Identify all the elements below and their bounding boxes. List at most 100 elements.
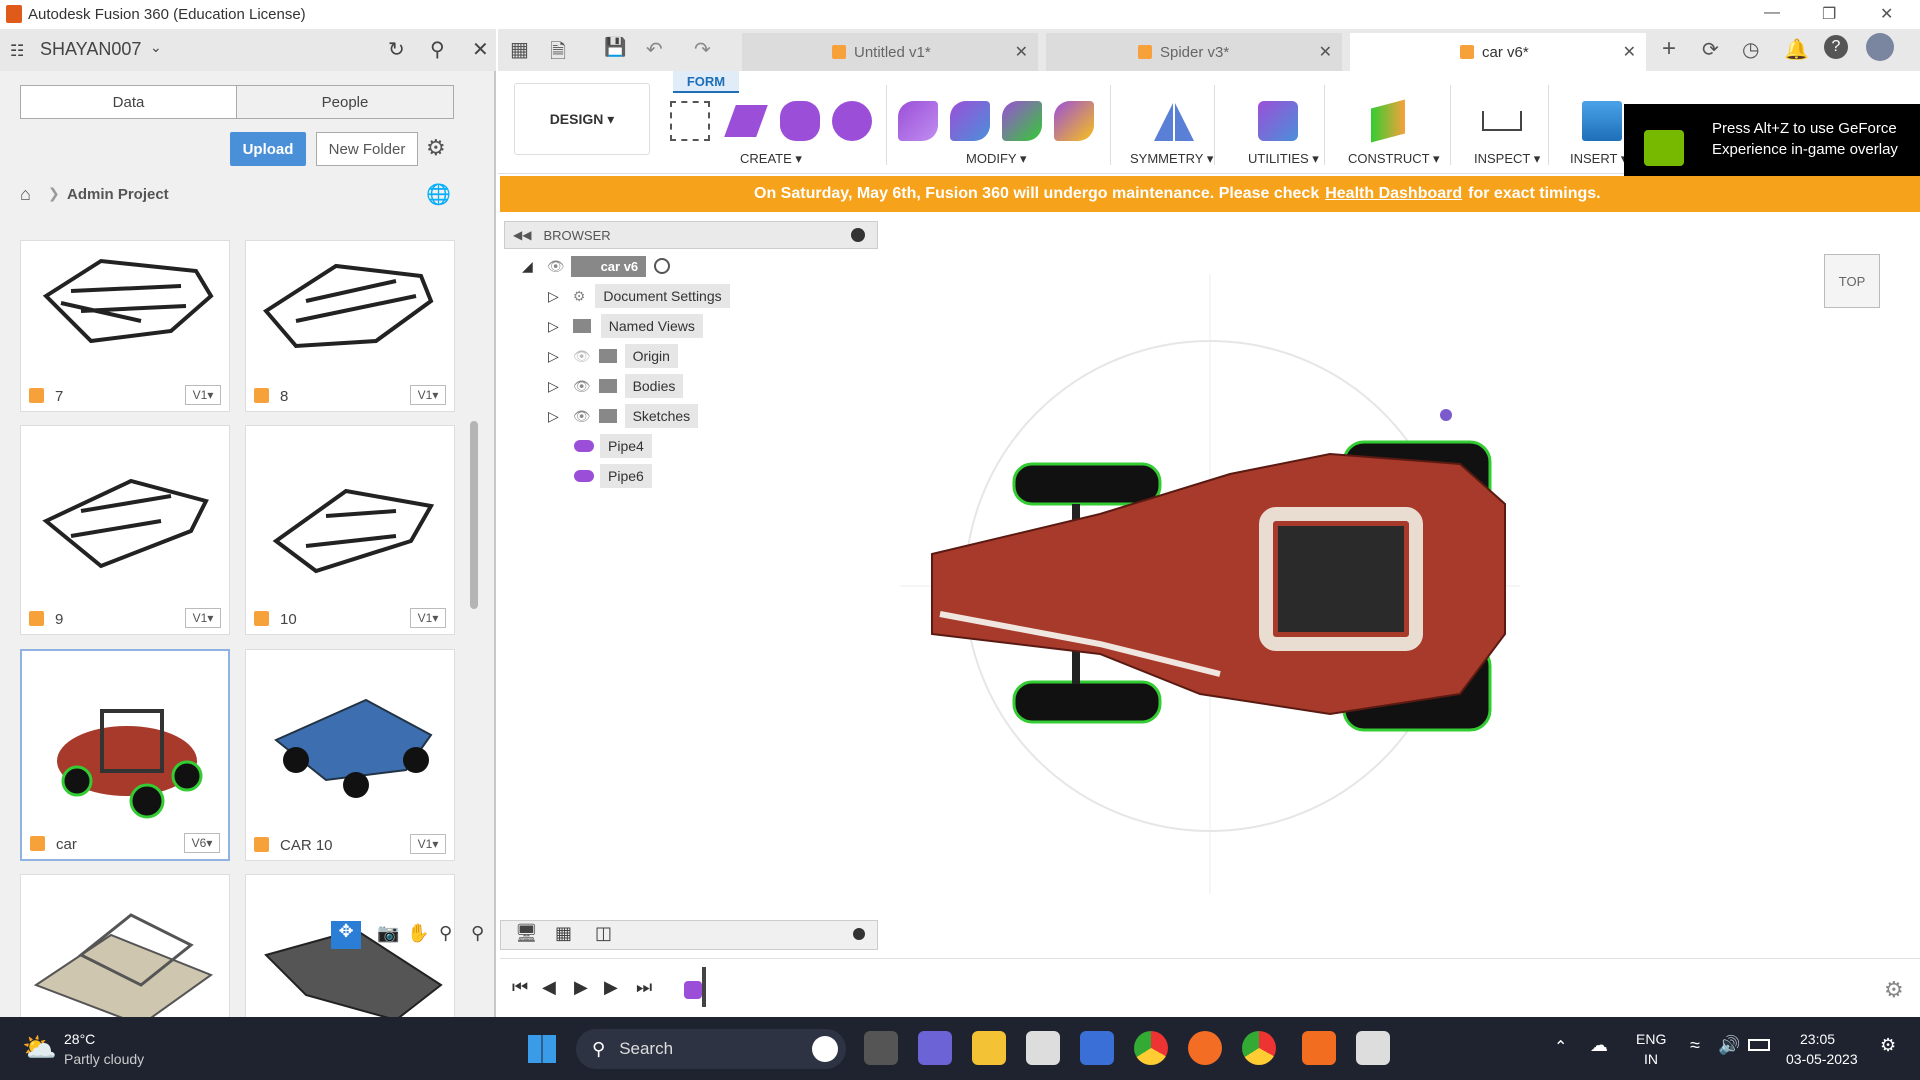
expand-icon[interactable]: ▷	[548, 318, 559, 335]
expand-icon[interactable]: ▷	[548, 408, 559, 425]
snipping-tool-icon[interactable]	[1356, 1031, 1390, 1065]
eye-icon[interactable]: 👁	[573, 378, 591, 395]
construct-plane-icon[interactable]	[1371, 99, 1405, 143]
tree-item[interactable]: ▷ 👁 Origin	[548, 343, 678, 369]
tab-car[interactable]: car v6* ✕	[1350, 33, 1646, 71]
new-folder-button[interactable]: New Folder	[316, 132, 418, 166]
crease-icon[interactable]	[1054, 101, 1094, 141]
3d-viewport[interactable]: ◀◀ BROWSER ◢ 👁 car v6 ▷ ⚙ Document Setti…	[500, 214, 1920, 958]
list-item[interactable]: car V6 ▾	[20, 649, 230, 861]
eye-icon[interactable]: 👁	[547, 258, 565, 275]
health-dashboard-link[interactable]: Health Dashboard	[1325, 185, 1462, 203]
search-icon[interactable]: ⚲	[430, 37, 445, 62]
insert-edge-icon[interactable]	[950, 101, 990, 141]
inspect-menu[interactable]: INSPECT ▾	[1474, 151, 1540, 167]
eye-hidden-icon[interactable]: 👁	[573, 348, 591, 365]
tab-untitled[interactable]: Untitled v1* ✕	[742, 33, 1038, 71]
mirror-symmetry-icon[interactable]	[1154, 101, 1194, 141]
tree-item[interactable]: Pipe6	[574, 463, 652, 489]
pan-icon[interactable]: ✋	[407, 923, 429, 944]
insert-menu[interactable]: INSERT ▾	[1570, 151, 1627, 167]
task-view-icon[interactable]	[864, 1031, 898, 1065]
file-icon[interactable]: 🗎	[550, 37, 566, 71]
tree-item[interactable]: ▷ ⚙ Document Settings	[548, 283, 730, 309]
close-tab-icon[interactable]: ✕	[1319, 42, 1332, 62]
chrome-icon[interactable]	[1134, 1031, 1168, 1065]
list-item[interactable]: CAR 10 V1 ▾	[245, 649, 455, 861]
version-dropdown[interactable]: V1 ▾	[410, 608, 446, 628]
language-bottom[interactable]: IN	[1644, 1051, 1658, 1067]
create-form-icon[interactable]	[670, 101, 710, 141]
expand-icon[interactable]	[853, 928, 865, 940]
version-dropdown[interactable]: V1 ▾	[410, 385, 446, 405]
orbit-icon[interactable]: ✥	[331, 921, 361, 949]
sphere-icon[interactable]	[832, 101, 872, 141]
app-icon[interactable]	[1080, 1031, 1114, 1065]
gear-icon[interactable]: ⚙	[426, 135, 446, 161]
list-item[interactable]: 9 V1 ▾	[20, 425, 230, 635]
list-item[interactable]: 7 V1 ▾	[20, 240, 230, 412]
restore-button[interactable]: ❐	[1822, 4, 1836, 24]
store-icon[interactable]	[1026, 1031, 1060, 1065]
redo-icon[interactable]: ↷	[694, 37, 711, 62]
apps-grid-icon[interactable]: ▦	[510, 37, 529, 62]
first-step-icon[interactable]: ⏮	[512, 977, 528, 998]
utilities-icon[interactable]	[1258, 101, 1298, 141]
list-item[interactable]	[245, 874, 455, 1039]
tree-item[interactable]: ▷ 👁 Bodies	[548, 373, 684, 399]
next-step-icon[interactable]: ▶	[604, 977, 618, 998]
previous-step-icon[interactable]: ◀	[542, 977, 556, 998]
version-dropdown[interactable]: V1 ▾	[185, 385, 221, 405]
viewports-icon[interactable]: ◫	[595, 923, 612, 944]
refresh-icon[interactable]: ↻	[388, 37, 405, 62]
weather-icon[interactable]: ⛅	[22, 1031, 57, 1064]
create-menu[interactable]: CREATE ▾	[740, 151, 802, 167]
tree-item[interactable]: Pipe4	[574, 433, 652, 459]
new-tab-icon[interactable]: +	[1662, 35, 1676, 63]
undo-icon[interactable]: ↶	[646, 37, 663, 62]
start-icon[interactable]	[528, 1035, 556, 1063]
clock-date[interactable]: 03-05-2023	[1786, 1051, 1858, 1067]
close-icon[interactable]: ✕	[472, 37, 489, 62]
list-item[interactable]: 8 V1 ▾	[245, 240, 455, 412]
display-settings-icon[interactable]: 🖥	[515, 923, 538, 944]
close-window-button[interactable]: ✕	[1880, 4, 1893, 24]
minimize-browser-icon[interactable]	[851, 228, 865, 242]
breadcrumb[interactable]: Admin Project	[67, 186, 169, 203]
save-icon[interactable]: 💾	[604, 37, 626, 58]
collapse-icon[interactable]: ◀◀	[513, 228, 531, 242]
edit-form-icon[interactable]	[898, 101, 938, 141]
chrome-profile-icon[interactable]	[1242, 1031, 1276, 1065]
job-status-icon[interactable]: ◷	[1742, 37, 1759, 62]
extensions-icon[interactable]: ⟳	[1702, 37, 1719, 62]
chevron-down-icon[interactable]: ⌄	[150, 39, 162, 56]
version-dropdown[interactable]: V1 ▾	[410, 834, 446, 854]
list-item[interactable]	[20, 874, 230, 1039]
timeline-marker[interactable]	[702, 967, 706, 1007]
home-icon[interactable]: ⌂	[20, 184, 31, 205]
box-icon[interactable]	[724, 105, 768, 137]
activate-radio-icon[interactable]	[654, 258, 671, 274]
volume-icon[interactable]: 🔊	[1718, 1035, 1740, 1056]
help-icon[interactable]: ?	[1824, 35, 1848, 59]
symmetry-menu[interactable]: SYMMETRY ▾	[1130, 151, 1213, 167]
construct-menu[interactable]: CONSTRUCT ▾	[1348, 151, 1440, 167]
eye-icon[interactable]: 👁	[573, 408, 591, 425]
tab-people[interactable]: People	[236, 85, 454, 119]
teams-icon[interactable]	[918, 1031, 952, 1065]
scrollbar[interactable]	[470, 421, 478, 609]
tree-root[interactable]: ◢ 👁 car v6	[522, 253, 671, 279]
modify-menu[interactable]: MODIFY ▾	[966, 151, 1026, 167]
clock-time[interactable]: 23:05	[1800, 1031, 1835, 1047]
gear-icon[interactable]: ⚙	[1884, 977, 1904, 1003]
firefox-icon[interactable]	[1188, 1031, 1222, 1065]
upload-button[interactable]: Upload	[230, 132, 306, 166]
tab-data[interactable]: Data	[20, 85, 237, 119]
expand-icon[interactable]: ▷	[548, 288, 559, 305]
show-hidden-icons[interactable]: ⌃	[1554, 1037, 1567, 1057]
user-name[interactable]: SHAYAN007	[40, 39, 141, 60]
last-step-icon[interactable]: ⏭	[636, 977, 652, 998]
play-icon[interactable]: ▶	[574, 977, 588, 998]
cylinder-icon[interactable]	[780, 101, 820, 141]
wifi-icon[interactable]: ≈	[1690, 1035, 1700, 1056]
